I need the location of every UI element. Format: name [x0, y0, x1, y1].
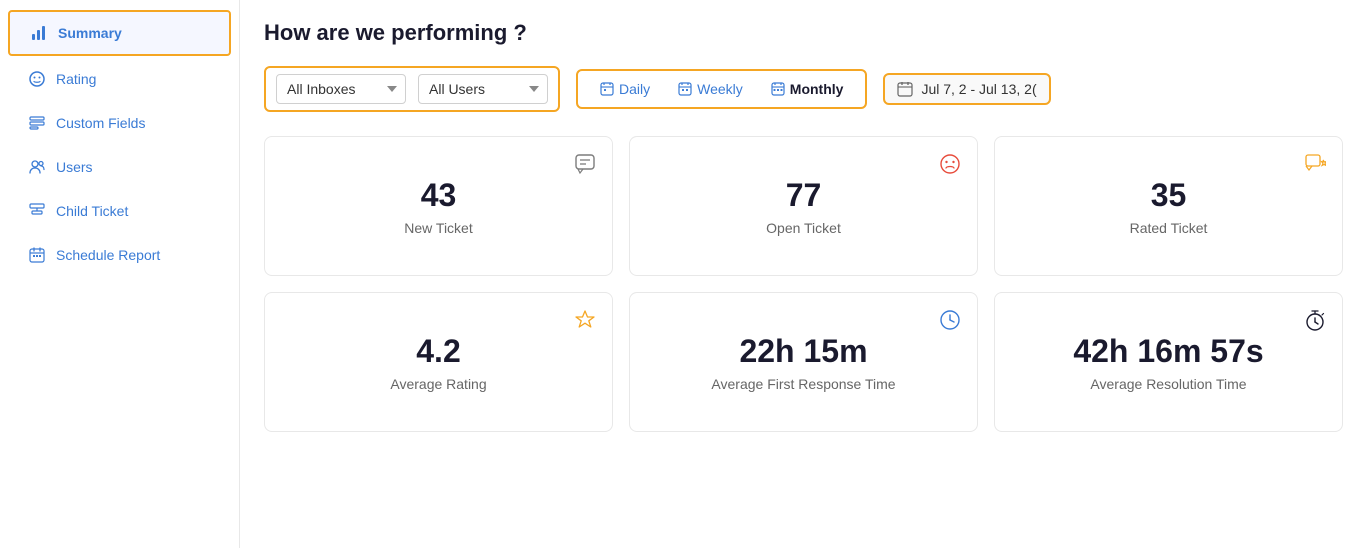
new-ticket-value: 43	[421, 177, 457, 214]
schedule-icon	[28, 246, 46, 264]
date-range-display: Jul 7, 2 - Jul 13, 2(	[921, 81, 1036, 97]
rated-icon	[1304, 153, 1326, 175]
average-rating-value: 4.2	[416, 333, 460, 370]
daily-button[interactable]: Daily	[586, 75, 664, 103]
avg-resolution-value: 42h 16m 57s	[1073, 333, 1263, 370]
clock-icon	[939, 309, 961, 331]
sidebar-item-custom-fields[interactable]: Custom Fields	[8, 102, 231, 144]
date-range-picker[interactable]: Jul 7, 2 - Jul 13, 2(	[883, 73, 1050, 105]
rated-ticket-value: 35	[1151, 177, 1187, 214]
sad-face-icon	[939, 153, 961, 175]
sidebar-item-child-ticket[interactable]: Child Ticket	[8, 190, 231, 232]
weekly-button[interactable]: Weekly	[664, 75, 757, 103]
open-ticket-card: 77 Open Ticket	[629, 136, 978, 276]
page-title: How are we performing ?	[264, 20, 1343, 46]
sidebar-item-label: Schedule Report	[56, 247, 160, 263]
star-icon	[574, 309, 596, 331]
calendar-icon	[897, 81, 913, 97]
filters-row: All Inboxes Inbox 1 Inbox 2 All Users Us…	[264, 66, 1343, 112]
chat-icon	[574, 153, 596, 175]
weekly-icon	[678, 82, 692, 96]
open-ticket-value: 77	[786, 177, 822, 214]
new-ticket-card: 43 New Ticket	[264, 136, 613, 276]
sidebar-item-label: Rating	[56, 71, 96, 87]
sidebar: Summary Rating Custom Fields	[0, 0, 240, 548]
open-ticket-label: Open Ticket	[766, 220, 841, 236]
sidebar-item-users[interactable]: Users	[8, 146, 231, 188]
monthly-button[interactable]: Monthly	[757, 75, 858, 103]
avg-first-response-value: 22h 15m	[739, 333, 867, 370]
stopwatch-icon	[1304, 309, 1326, 331]
sidebar-item-schedule-report[interactable]: Schedule Report	[8, 234, 231, 276]
daily-icon	[600, 82, 614, 96]
rated-ticket-label: Rated Ticket	[1130, 220, 1208, 236]
avg-first-response-card: 22h 15m Average First Response Time	[629, 292, 978, 432]
child-ticket-icon	[28, 202, 46, 220]
stats-grid: 43 New Ticket 77 Open Ticket	[264, 136, 1343, 432]
sidebar-item-rating[interactable]: Rating	[8, 58, 231, 100]
new-ticket-label: New Ticket	[404, 220, 472, 236]
avg-first-response-label: Average First Response Time	[711, 376, 895, 392]
average-rating-card: 4.2 Average Rating	[264, 292, 613, 432]
inbox-user-filter-group: All Inboxes Inbox 1 Inbox 2 All Users Us…	[264, 66, 560, 112]
fields-icon	[28, 114, 46, 132]
sidebar-item-label: Users	[56, 159, 93, 175]
sidebar-item-summary[interactable]: Summary	[8, 10, 231, 56]
sidebar-item-label: Child Ticket	[56, 203, 128, 219]
rating-icon	[28, 70, 46, 88]
avg-resolution-label: Average Resolution Time	[1090, 376, 1246, 392]
period-filter-group: Daily Weekly	[576, 69, 867, 109]
chart-icon	[30, 24, 48, 42]
main-content: How are we performing ? All Inboxes Inbo…	[240, 0, 1367, 548]
sidebar-item-label: Custom Fields	[56, 115, 145, 131]
monthly-icon	[771, 82, 785, 96]
average-rating-label: Average Rating	[390, 376, 486, 392]
user-select[interactable]: All Users User 1 User 2	[418, 74, 548, 104]
rated-ticket-card: 35 Rated Ticket	[994, 136, 1343, 276]
inbox-select[interactable]: All Inboxes Inbox 1 Inbox 2	[276, 74, 406, 104]
avg-resolution-card: 42h 16m 57s Average Resolution Time	[994, 292, 1343, 432]
sidebar-item-label: Summary	[58, 25, 122, 41]
users-icon	[28, 158, 46, 176]
